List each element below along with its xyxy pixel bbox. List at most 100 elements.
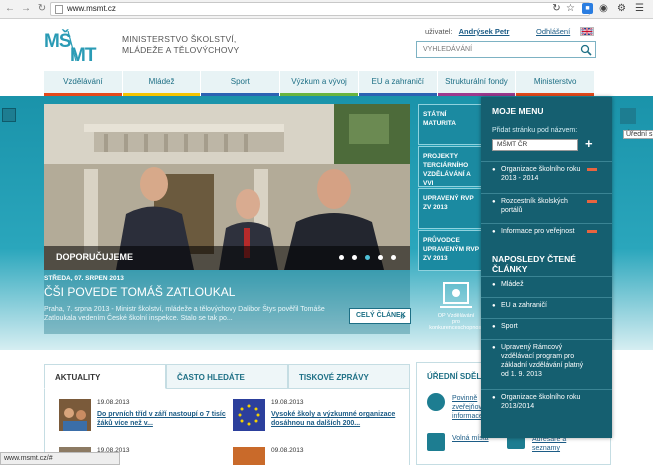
info-icon	[427, 393, 445, 411]
recent-item[interactable]: ● Mládež	[481, 276, 612, 296]
menu-icon[interactable]: ☰	[634, 3, 645, 14]
bullet-icon: ●	[492, 229, 496, 235]
article-excerpt: Praha, 7. srpna 2013 - Ministr školství,…	[44, 306, 325, 322]
tile-statni-maturita[interactable]: STÁTNÍ MATURITA	[418, 104, 484, 145]
extension2-icon[interactable]: ◉	[598, 3, 609, 14]
msmt-logo[interactable]: MŠ MT	[44, 27, 104, 63]
nav-item-mladez[interactable]: Mládež	[122, 71, 202, 96]
tab-casto-hledate[interactable]: ČASTO HLEDÁTE	[166, 364, 288, 389]
tile-projekty[interactable]: PROJEKTY TERCIÁRNÍHO VZDĚLÁVÁNÍ A VVI	[418, 146, 484, 187]
my-menu-panel: MOJE MENU Přidat stránku pod názvem: MŠM…	[481, 97, 612, 438]
news-item[interactable]: 19.08.2013 Do prvních tříd v září nastou…	[59, 399, 229, 439]
search-icon[interactable]	[580, 44, 592, 56]
tab-label: AKTUALITY	[55, 373, 101, 382]
hero-carousel[interactable]: DOPORUČUJEME	[44, 104, 410, 270]
back-arrow-icon[interactable]: ←	[4, 3, 16, 15]
recent-item-label[interactable]: Upravený Rámcový vzdělávací program pro …	[501, 343, 589, 379]
pin-icon[interactable]	[620, 108, 636, 124]
my-menu-item[interactable]: ● Rozcestník školských portálů	[481, 193, 612, 221]
refresh-icon[interactable]: ↻	[551, 3, 562, 14]
add-page-label: Přidat stránku pod názvem:	[492, 127, 578, 134]
add-plus-icon[interactable]: +	[585, 137, 593, 151]
address-bar-text: www.msmt.cz	[67, 4, 116, 13]
bullet-icon: ●	[492, 324, 496, 330]
carousel-dots	[339, 255, 396, 260]
news-date: 09.08.2013	[271, 447, 304, 454]
page-name-input[interactable]: MŠMT ČR	[492, 139, 578, 151]
news-thumbnail	[59, 399, 91, 431]
op-vk-logo[interactable]: OP Vzdělávání pro konkurenceschopnost	[426, 281, 486, 333]
hero-tag-label: DOPORUČUJEME	[56, 252, 134, 262]
carousel-dot[interactable]	[352, 255, 357, 260]
gear-icon[interactable]: ⚙	[616, 3, 627, 14]
browser-status-bar: www.msmt.cz/#	[0, 452, 120, 465]
recent-item[interactable]: ● Upravený Rámcový vzdělávací program pr…	[481, 339, 612, 387]
nav-item-eu[interactable]: EU a zahraničí	[358, 71, 438, 96]
nav-item-ministerstvo[interactable]: Ministerstvo	[516, 71, 596, 96]
extension-icon[interactable]: ■	[582, 3, 593, 14]
article-date: STŘEDA, 07. SRPEN 2013	[44, 275, 124, 282]
svg-text:MŠ: MŠ	[44, 30, 71, 52]
double-chevron-icon: »	[399, 311, 405, 321]
my-menu-item-label[interactable]: Organizace školního roku 2013 - 2014	[501, 165, 589, 183]
tab-aktuality[interactable]: AKTUALITY	[44, 364, 166, 389]
read-more-button[interactable]: CELÝ ČLÁNEK »	[349, 308, 411, 324]
user-info: uživatel: Andrýsek Petr	[425, 27, 509, 36]
my-menu-item[interactable]: ● Informace pro veřejnost	[481, 223, 612, 243]
recent-item-label[interactable]: Organizace školního roku 2013/2014	[501, 393, 589, 411]
recent-item[interactable]: ● Sport	[481, 318, 612, 338]
featured-article: STŘEDA, 07. SRPEN 2013 ČŠI POVEDE TOMÁŠ …	[44, 270, 410, 334]
remove-icon[interactable]	[587, 200, 597, 203]
reload-icon[interactable]: ↻	[36, 3, 48, 15]
recent-item-label[interactable]: Mládež	[501, 280, 589, 289]
news-tabs: AKTUALITY ČASTO HLEDÁTE TISKOVÉ ZPRÁVY	[44, 364, 410, 389]
nav-label: Ministerstvo	[533, 77, 577, 86]
tab-tiskove-zpravy[interactable]: TISKOVÉ ZPRÁVY	[288, 364, 410, 389]
carousel-dot[interactable]	[391, 255, 396, 260]
tile-rvp[interactable]: UPRAVENÝ RVP ZV 2013	[418, 188, 484, 229]
tile-pruvodce[interactable]: PRŮVODCE UPRAVENÝM RVP ZV 2013	[418, 230, 484, 271]
op-emblem-icon	[440, 282, 472, 308]
recent-item[interactable]: ● Organizace školního roku 2013/2014	[481, 389, 612, 415]
tooltip: Úřední s	[623, 130, 653, 139]
remove-icon[interactable]	[587, 230, 597, 233]
sidebar-toggle-icon[interactable]	[2, 108, 16, 122]
forward-arrow-icon[interactable]: →	[20, 3, 32, 15]
user-name-link[interactable]: Andrýsek Petr	[459, 27, 510, 36]
address-bar[interactable]: www.msmt.cz	[50, 2, 590, 16]
carousel-dot[interactable]	[378, 255, 383, 260]
nav-label: EU a zahraničí	[371, 77, 424, 86]
ministry-name: MINISTERSTVO ŠKOLSTVÍ, MLÁDEŽE A TĚLOVÝC…	[122, 34, 239, 56]
recent-item-label[interactable]: Sport	[501, 322, 589, 331]
nav-item-fondy[interactable]: Strukturální fondy	[437, 71, 517, 96]
nav-item-vzdelavani[interactable]: Vzdělávání	[44, 71, 123, 96]
tab-label: ČASTO HLEDÁTE	[177, 373, 245, 382]
my-menu-item-label[interactable]: Informace pro veřejnost	[501, 227, 589, 236]
logout-link[interactable]: Odhlášení	[536, 27, 570, 36]
nav-item-vyzkum[interactable]: Výzkum a vývoj	[280, 71, 359, 96]
hero-caption-bar: DOPORUČUJEME	[44, 246, 410, 270]
bullet-icon: ●	[492, 199, 496, 205]
news-date: 19.08.2013	[271, 399, 304, 406]
news-item[interactable]: 19.08.2013 Vysoké školy a výzkumné organ…	[233, 399, 403, 439]
my-menu-item[interactable]: ● Organizace školního roku 2013 - 2014	[481, 161, 612, 188]
bookmark-star-icon[interactable]: ☆	[565, 3, 576, 14]
eu-flag-thumbnail	[233, 399, 265, 431]
news-date: 19.08.2013	[97, 399, 130, 406]
english-flag-icon[interactable]	[580, 27, 594, 36]
news-title[interactable]: Vysoké školy a výzkumné organizace dosáh…	[271, 410, 401, 428]
carousel-dot[interactable]	[339, 255, 344, 260]
article-title[interactable]: ČŠI POVEDE TOMÁŠ ZATLOUKAL	[44, 285, 235, 299]
recent-heading: NAPOSLEDY ČTENÉ ČLÁNKY	[492, 254, 576, 274]
news-title[interactable]: Do prvních tříd v září nastoupí o 7 tisí…	[97, 410, 227, 428]
search-field[interactable]: VYHLEDÁVÁNÍ	[416, 41, 596, 58]
recent-item-label[interactable]: EU a zahraničí	[501, 301, 589, 310]
carousel-dot-active[interactable]	[365, 255, 370, 260]
remove-icon[interactable]	[587, 168, 597, 171]
my-menu-item-label[interactable]: Rozcestník školských portálů	[501, 197, 589, 215]
nav-item-sport[interactable]: Sport	[201, 71, 281, 96]
main-navigation: Vzdělávání Mládež Sport Výzkum a vývoj E…	[44, 71, 596, 96]
news-item[interactable]: 09.08.2013	[233, 447, 403, 465]
recent-item[interactable]: ● EU a zahraničí	[481, 297, 612, 317]
bullet-icon: ●	[492, 395, 496, 401]
